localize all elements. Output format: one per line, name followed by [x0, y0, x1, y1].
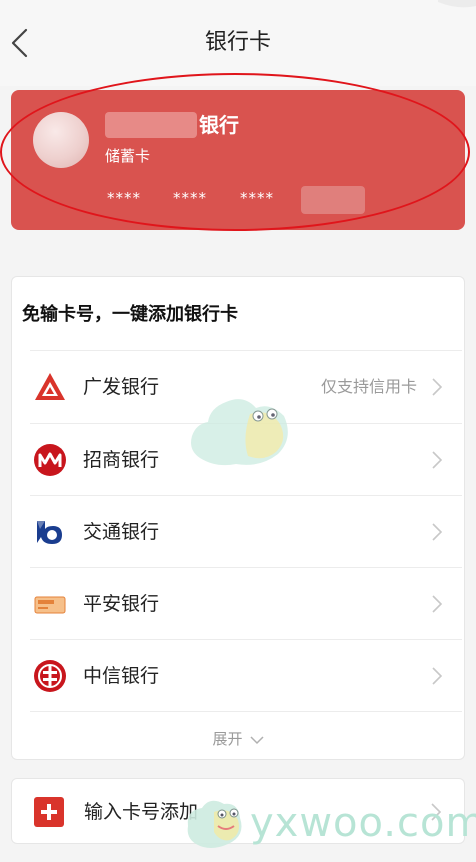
divider [30, 711, 462, 712]
chevron-right-icon [432, 595, 443, 613]
chevron-right-icon [432, 523, 443, 541]
expand-label: 展开 [212, 730, 243, 748]
quick-add-title: 免输卡号，一键添加银行卡 [22, 304, 238, 325]
bank-name-label: 中信银行 [83, 665, 160, 687]
chevron-right-icon [432, 451, 443, 469]
add-plus-icon [34, 797, 64, 827]
watermark-text: yxwoo.com [250, 800, 476, 846]
chevron-right-icon [432, 667, 443, 685]
watermark-mascot-icon [191, 399, 288, 466]
page-title: 银行卡 [204, 30, 271, 55]
chevron-right-icon [432, 378, 443, 396]
chevron-down-icon [250, 735, 264, 744]
bank-item-pingan[interactable]: 平安银行 [11, 568, 465, 640]
corner-decoration [438, 0, 476, 8]
bank-item-citic[interactable]: 中信银行 [11, 640, 465, 712]
cmb-logo-icon [34, 444, 66, 476]
bank-item-bocom[interactable]: 交通银行 [11, 496, 465, 568]
bank-name-label: 平安银行 [83, 593, 160, 615]
highlight-circle-annotation [0, 73, 470, 231]
expand-more-button[interactable]: 展开 [11, 724, 465, 754]
bocom-logo-icon [37, 521, 62, 544]
bank-name-label: 交通银行 [83, 521, 160, 543]
citic-logo-icon [34, 660, 66, 692]
bank-name-label: 招商银行 [83, 449, 160, 471]
bank-name-label: 广发银行 [83, 376, 160, 398]
credit-only-note: 仅支持信用卡 [320, 377, 417, 396]
cgb-logo-icon [35, 373, 65, 400]
pingan-card-icon [34, 596, 66, 614]
